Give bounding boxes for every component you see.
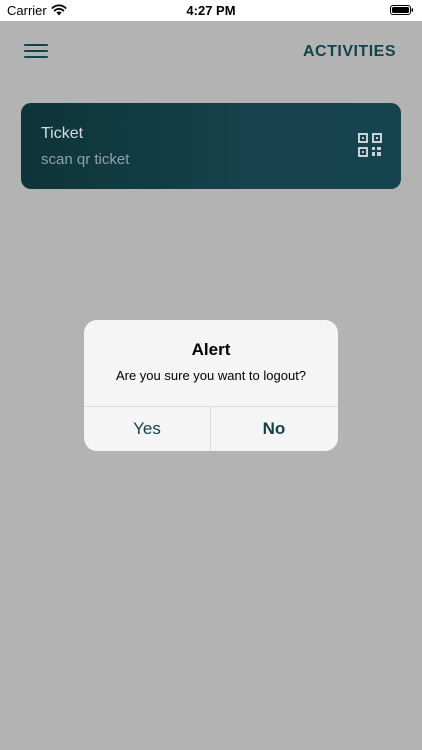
no-button[interactable]: No (211, 407, 337, 451)
alert-title: Alert (191, 340, 231, 359)
battery-icon (390, 5, 414, 15)
hamburger-menu-icon (24, 44, 48, 46)
status-bar: Carrier 4:27 PM (0, 0, 422, 21)
ticket-card[interactable]: Ticket scan qr ticket (21, 103, 401, 189)
qr-code-icon (358, 133, 382, 157)
menu-button[interactable] (24, 42, 50, 62)
yes-button[interactable]: Yes (84, 407, 210, 451)
page-title: ACTIVITIES (302, 43, 396, 60)
ticket-card-subtitle: scan qr ticket (41, 151, 130, 168)
logout-alert-dialog: Alert Are you sure you want to logout? Y… (84, 320, 338, 451)
alert-message: Are you sure you want to logout? (115, 368, 307, 383)
status-time: 4:27 PM (186, 3, 236, 18)
ticket-card-title: Ticket (41, 125, 84, 142)
